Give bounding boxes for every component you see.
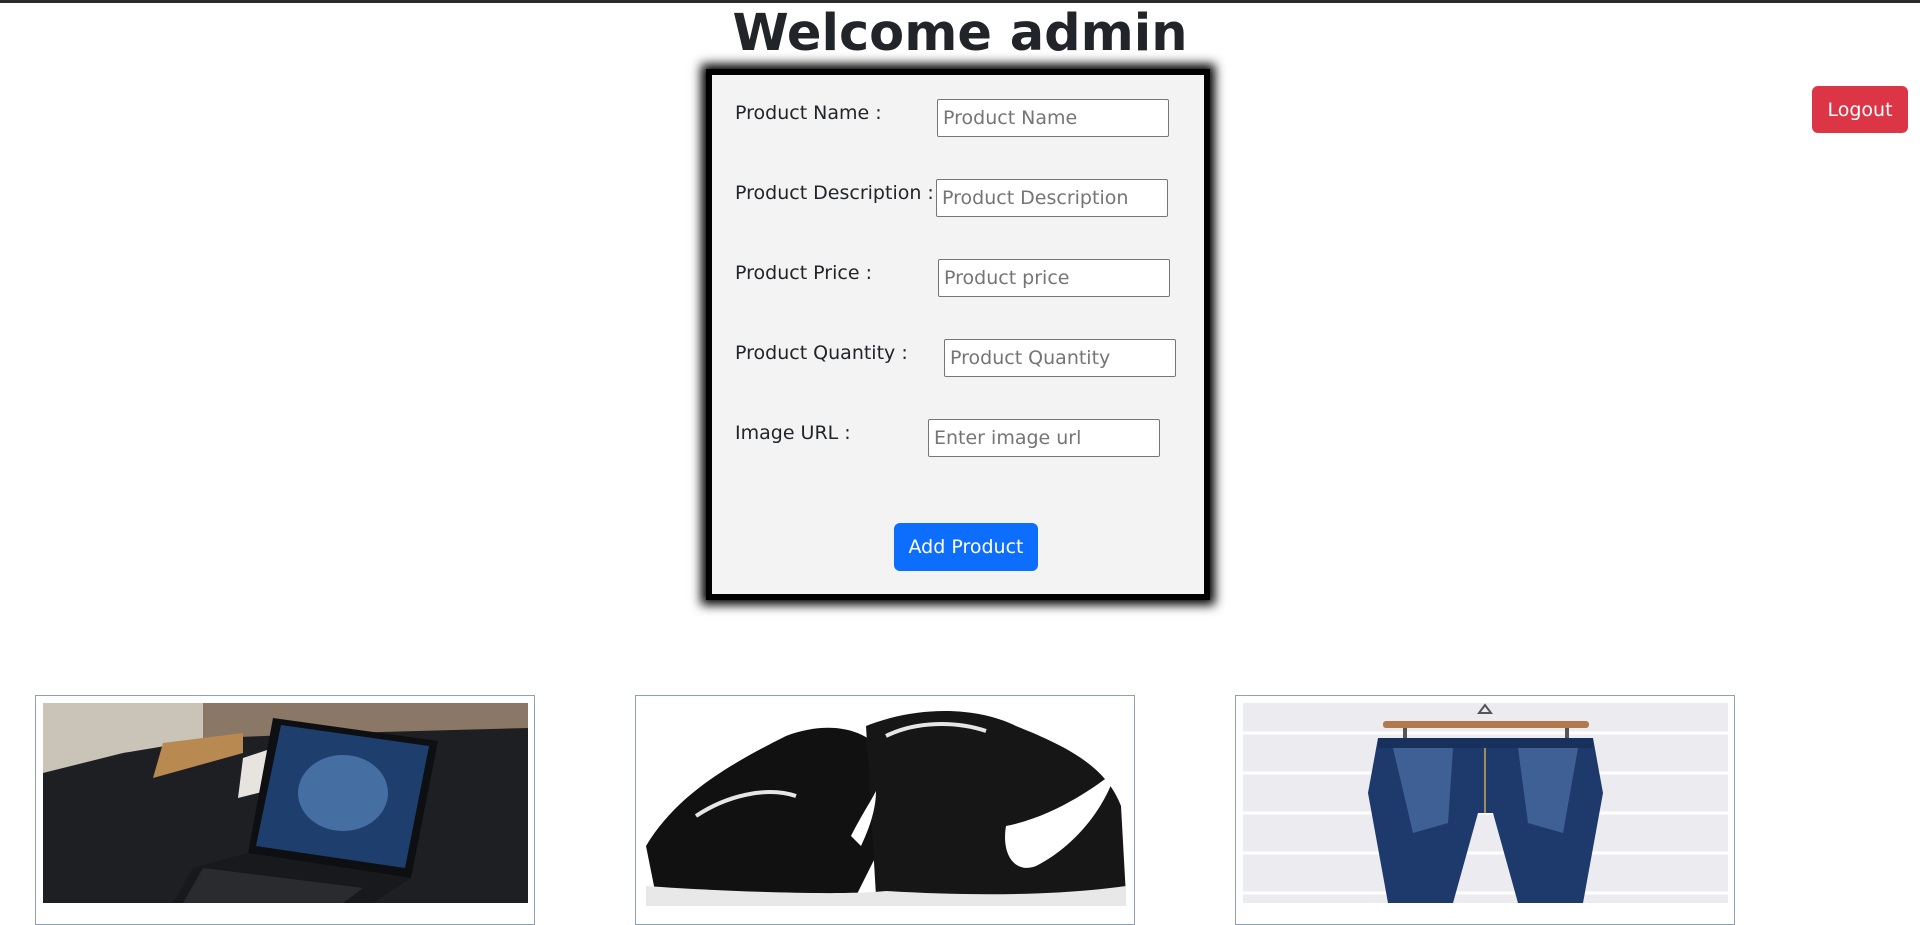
image-url-label: Image URL : <box>735 422 851 444</box>
product-quantity-label: Product Quantity : <box>735 342 908 364</box>
product-card-jeans <box>1235 695 1735 925</box>
add-product-form: Product Name : Product Description : Pro… <box>706 69 1210 600</box>
image-url-row: Image URL : <box>712 419 1204 459</box>
product-price-row: Product Price : <box>712 259 1204 299</box>
product-name-label: Product Name : <box>735 102 882 124</box>
product-card-sneakers <box>635 695 1135 925</box>
add-product-button[interactable]: Add Product <box>894 523 1038 571</box>
product-price-input[interactable] <box>938 259 1170 297</box>
product-description-label: Product Description : <box>735 182 934 204</box>
product-description-row: Product Description : <box>712 179 1204 219</box>
product-card-laptop <box>35 695 535 925</box>
jeans-image <box>1243 703 1728 903</box>
laptop-image <box>43 703 528 903</box>
product-quantity-row: Product Quantity : <box>712 339 1204 379</box>
image-url-input[interactable] <box>928 419 1160 457</box>
sneakers-image <box>636 696 1134 906</box>
product-description-input[interactable] <box>936 179 1168 217</box>
product-name-input[interactable] <box>937 99 1169 137</box>
page-title: Welcome admin <box>732 4 1188 63</box>
product-quantity-input[interactable] <box>944 339 1176 377</box>
logout-button[interactable]: Logout <box>1812 86 1908 133</box>
product-name-row: Product Name : <box>712 99 1204 139</box>
product-price-label: Product Price : <box>735 262 872 284</box>
